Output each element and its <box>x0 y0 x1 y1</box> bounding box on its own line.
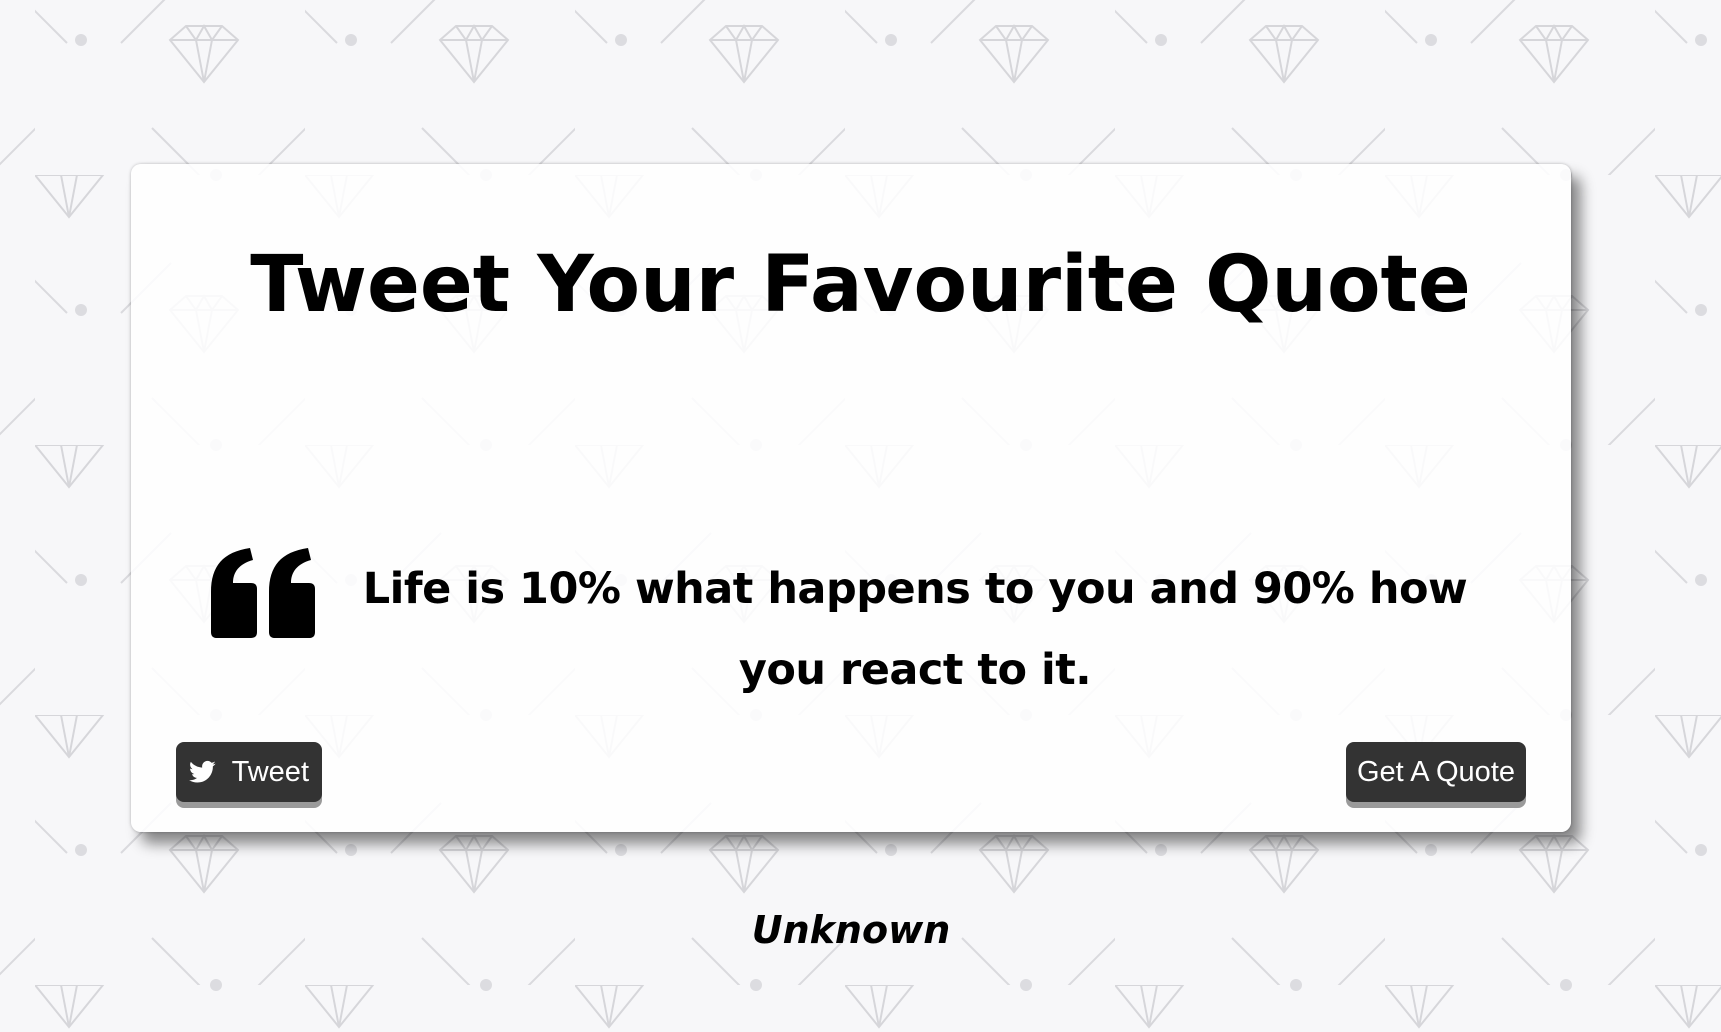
tweet-button-label: Tweet <box>231 755 309 788</box>
quote-text: Life is 10% what happens to you and 90% … <box>362 564 1468 695</box>
twitter-icon <box>189 760 216 783</box>
page-body: { "title": "Tweet Your Favourite Quote",… <box>0 0 1721 1032</box>
get-quote-button[interactable]: Get A Quote <box>1346 742 1526 802</box>
quote-author: Unknown <box>751 908 951 952</box>
get-quote-button-label: Get A Quote <box>1357 755 1515 788</box>
quote-block: Life is 10% what happens to you and 90% … <box>205 548 1495 710</box>
page-title: Tweet Your Favourite Quote <box>250 240 1471 330</box>
tweet-button[interactable]: Tweet <box>176 742 322 802</box>
